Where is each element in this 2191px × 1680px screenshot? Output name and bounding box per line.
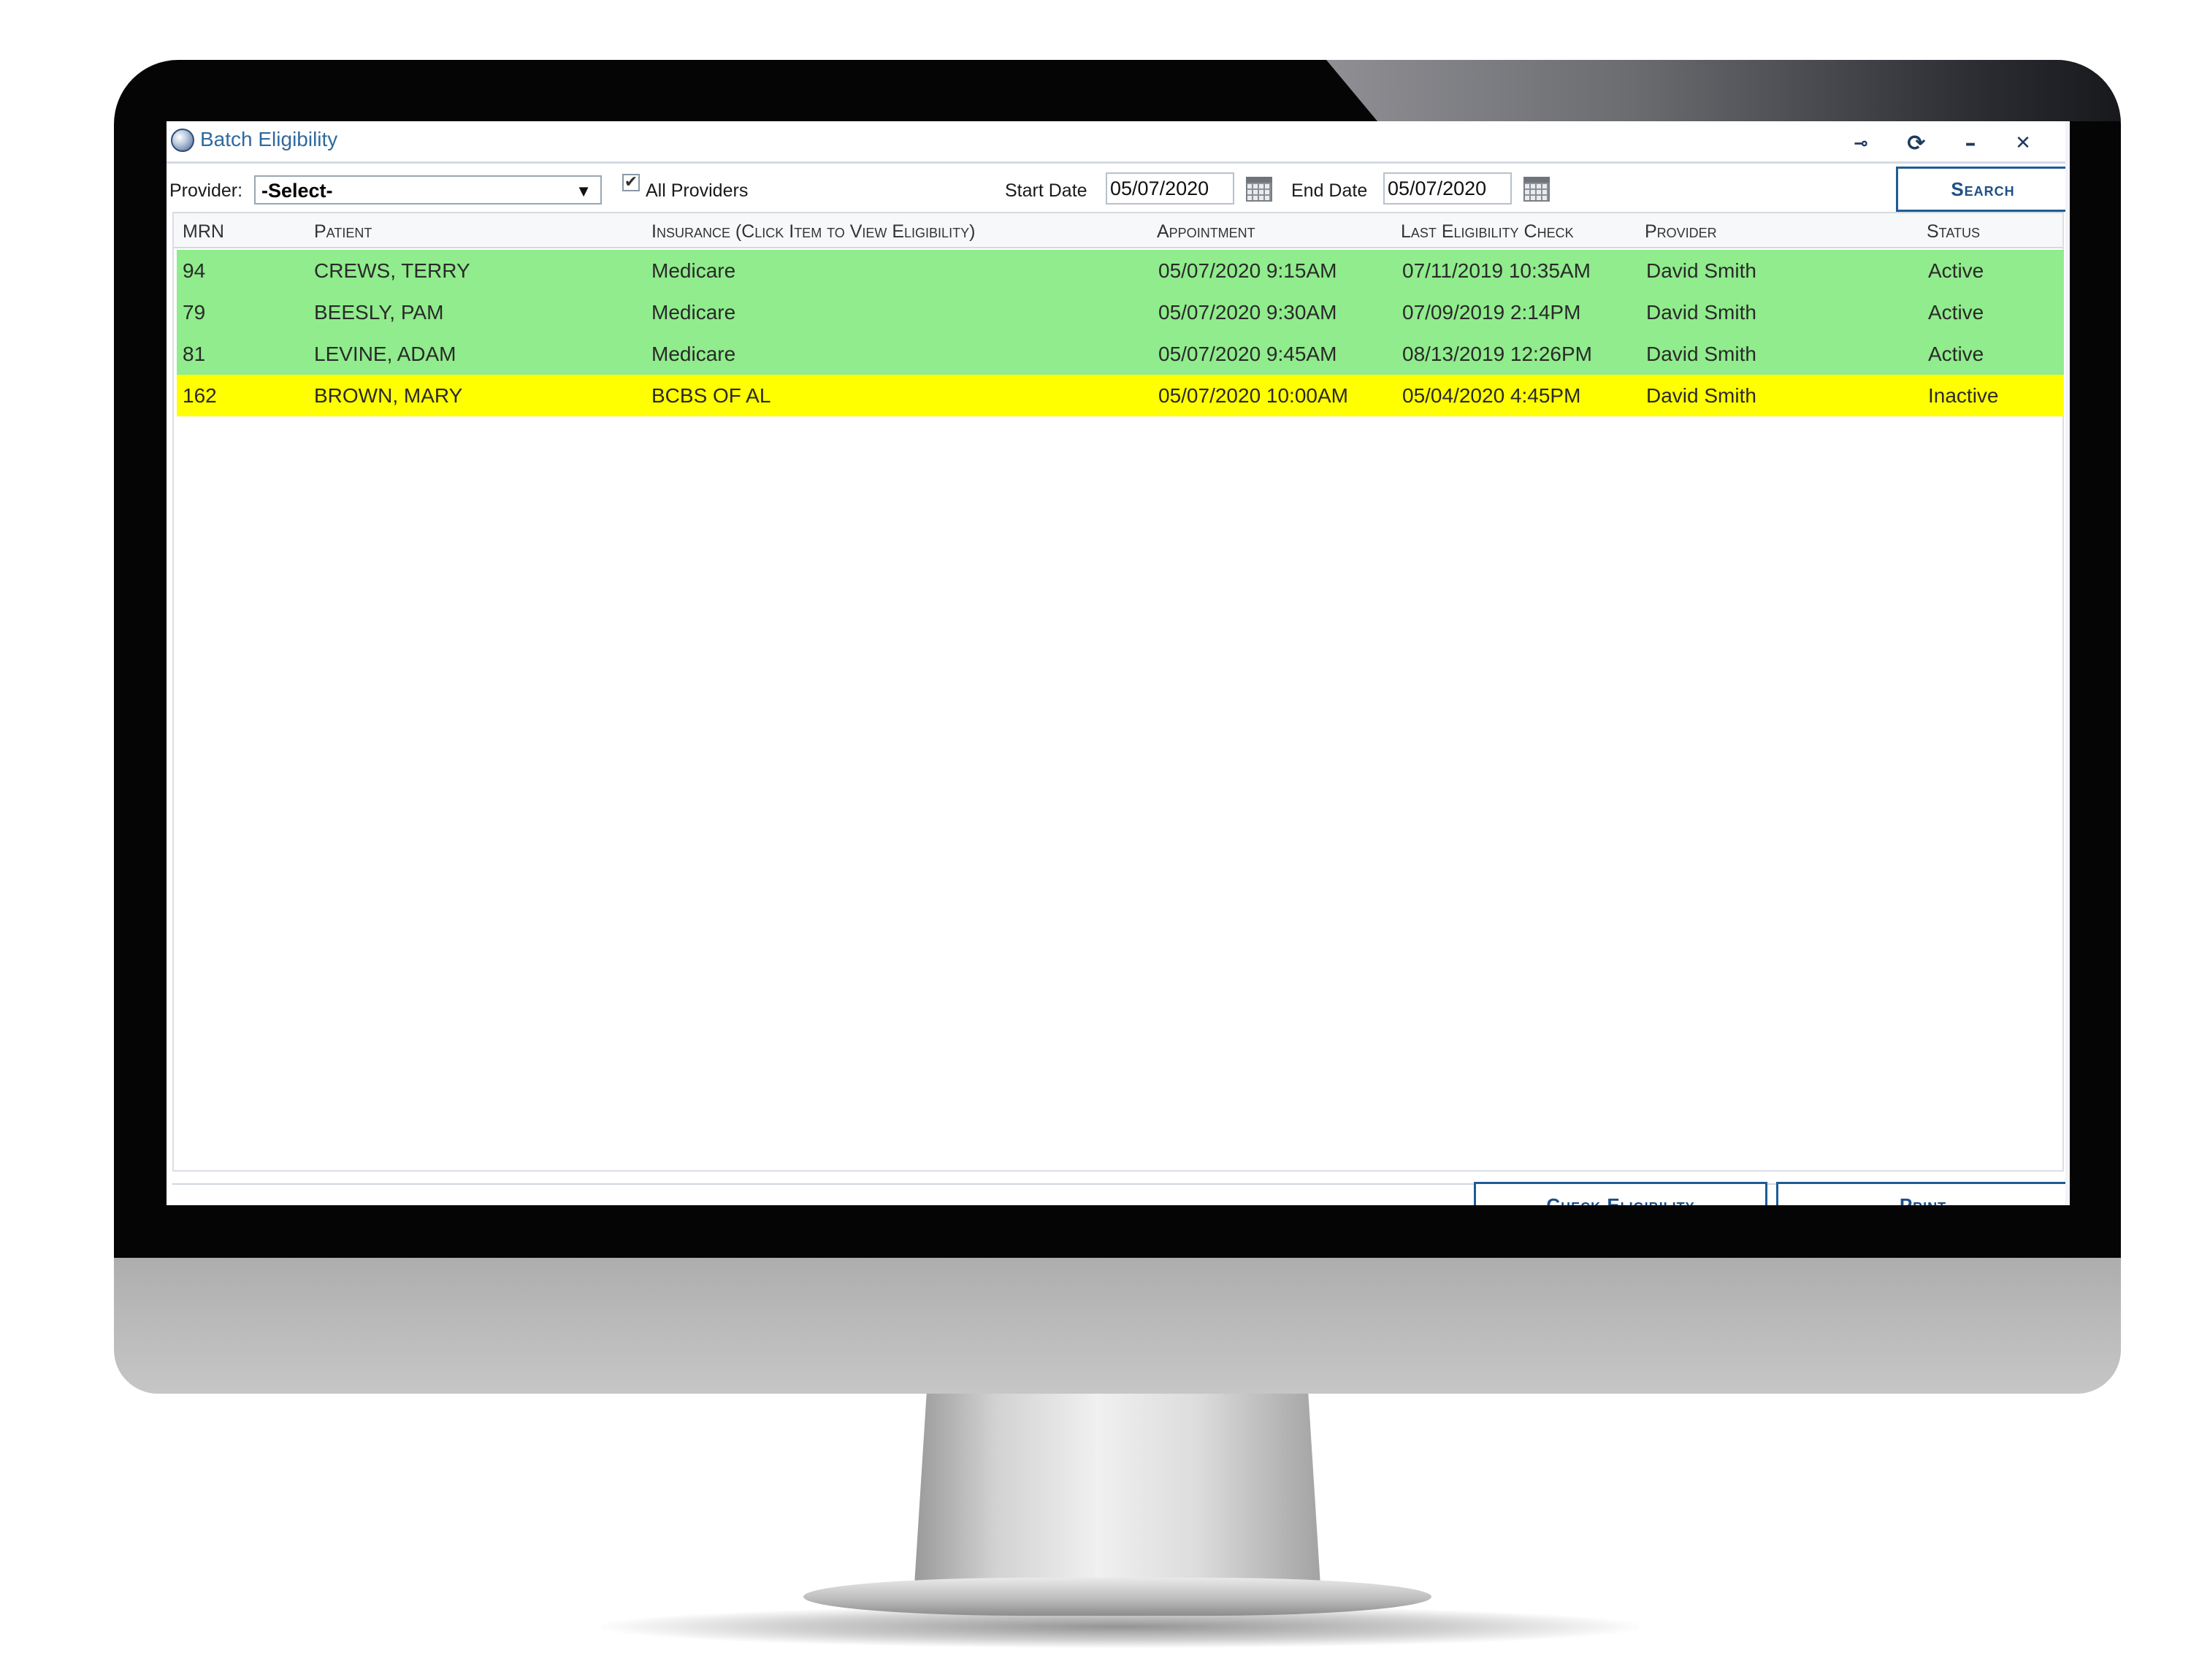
cell-insurance-link[interactable]: Medicare: [651, 300, 735, 325]
cell-appointment: 05/07/2020 9:15AM: [1158, 259, 1337, 282]
window-title: Batch Eligibility: [200, 128, 338, 150]
cell-mrn: 79: [183, 301, 206, 324]
cell-provider: David Smith: [1646, 301, 1756, 324]
app-logo-icon: [171, 129, 194, 152]
cell-insurance-link[interactable]: Medicare: [651, 342, 735, 367]
check-eligibility-button[interactable]: Check Eligibility: [1474, 1182, 1767, 1205]
column-header-status[interactable]: Status: [1927, 221, 1980, 243]
provider-label: Provider:: [169, 180, 243, 201]
column-header-appointment[interactable]: Appointment: [1157, 221, 1255, 243]
cell-appointment: 05/07/2020 10:00AM: [1158, 384, 1348, 407]
end-date-calendar-icon[interactable]: [1523, 177, 1550, 202]
cell-mrn: 94: [183, 259, 206, 282]
column-header-provider[interactable]: Provider: [1645, 221, 1717, 243]
all-providers-checkbox[interactable]: ✔: [622, 174, 640, 191]
table-row[interactable]: 162 BROWN, MARY BCBS OF AL 05/07/2020 10…: [177, 375, 2064, 416]
table-row[interactable]: 94 CREWS, TERRY Medicare 05/07/2020 9:15…: [177, 250, 2064, 291]
cell-status: Active: [1928, 343, 1984, 365]
print-button[interactable]: Print: [1776, 1182, 2065, 1205]
column-header-last-eligibility-check[interactable]: Last Eligibility Check: [1401, 221, 1574, 243]
provider-select[interactable]: -Select- ▼: [254, 175, 602, 205]
start-date-calendar-icon[interactable]: [1246, 177, 1272, 202]
table-row[interactable]: 81 LEVINE, ADAM Medicare 05/07/2020 9:45…: [177, 333, 2064, 375]
cell-last-check: 07/11/2019 10:35AM: [1402, 259, 1591, 282]
cell-last-check: 07/09/2019 2:14PM: [1402, 301, 1581, 324]
cell-last-check: 08/13/2019 12:26PM: [1402, 343, 1592, 365]
cell-patient: BEESLY, PAM: [314, 301, 444, 324]
cell-mrn: 162: [183, 384, 217, 407]
close-icon[interactable]: ✕: [2008, 130, 2038, 156]
start-date-input[interactable]: 05/07/2020: [1106, 172, 1234, 205]
start-date-label: Start Date: [1005, 180, 1087, 201]
monitor-stand-neck: [914, 1394, 1320, 1585]
grid-header: MRN Patient Insurance (Click Item to Vie…: [174, 212, 2062, 248]
provider-select-value: -Select-: [261, 180, 333, 202]
search-button[interactable]: Search: [1896, 167, 2065, 212]
cell-patient: CREWS, TERRY: [314, 259, 470, 282]
monitor-stand-base: [803, 1578, 1431, 1616]
cell-status: Active: [1928, 301, 1984, 324]
title-bar: Batch Eligibility ⊸ ⟳ – ✕: [167, 121, 2065, 164]
cell-patient: LEVINE, ADAM: [314, 343, 456, 365]
app-window: Batch Eligibility ⊸ ⟳ – ✕ Provider: -Sel…: [167, 121, 2070, 1205]
bezel-glare: [1326, 60, 2121, 121]
cell-mrn: 81: [183, 343, 206, 365]
cell-insurance-link[interactable]: BCBS OF AL: [651, 383, 771, 408]
column-header-insurance[interactable]: Insurance (Click Item to View Eligibilit…: [651, 221, 975, 243]
cell-provider: David Smith: [1646, 343, 1756, 365]
filter-toolbar: Provider: -Select- ▼ ✔ All Providers Sta…: [167, 164, 2065, 212]
cell-status: Active: [1928, 259, 1984, 282]
table-row[interactable]: 79 BEESLY, PAM Medicare 05/07/2020 9:30A…: [177, 291, 2064, 333]
cell-patient: BROWN, MARY: [314, 384, 463, 407]
minimize-icon[interactable]: –: [1956, 130, 1985, 156]
column-header-patient[interactable]: Patient: [314, 221, 372, 243]
cell-appointment: 05/07/2020 9:45AM: [1158, 343, 1337, 365]
column-header-mrn[interactable]: MRN: [183, 221, 224, 243]
pin-icon[interactable]: ⊸: [1846, 130, 1875, 156]
end-date-input[interactable]: 05/07/2020: [1383, 172, 1512, 205]
eligibility-grid: MRN Patient Insurance (Click Item to Vie…: [172, 212, 2064, 1172]
cell-provider: David Smith: [1646, 259, 1756, 282]
cell-insurance-link[interactable]: Medicare: [651, 259, 735, 283]
refresh-icon[interactable]: ⟳: [1902, 130, 1931, 156]
cell-provider: David Smith: [1646, 384, 1756, 407]
end-date-label: End Date: [1291, 180, 1368, 201]
monitor-chin: [114, 1258, 2121, 1394]
chevron-down-icon: ▼: [576, 182, 592, 200]
cell-last-check: 05/04/2020 4:45PM: [1402, 384, 1581, 407]
cell-status: Inactive: [1928, 384, 1999, 407]
all-providers-label: All Providers: [646, 180, 749, 201]
cell-appointment: 05/07/2020 9:30AM: [1158, 301, 1337, 324]
